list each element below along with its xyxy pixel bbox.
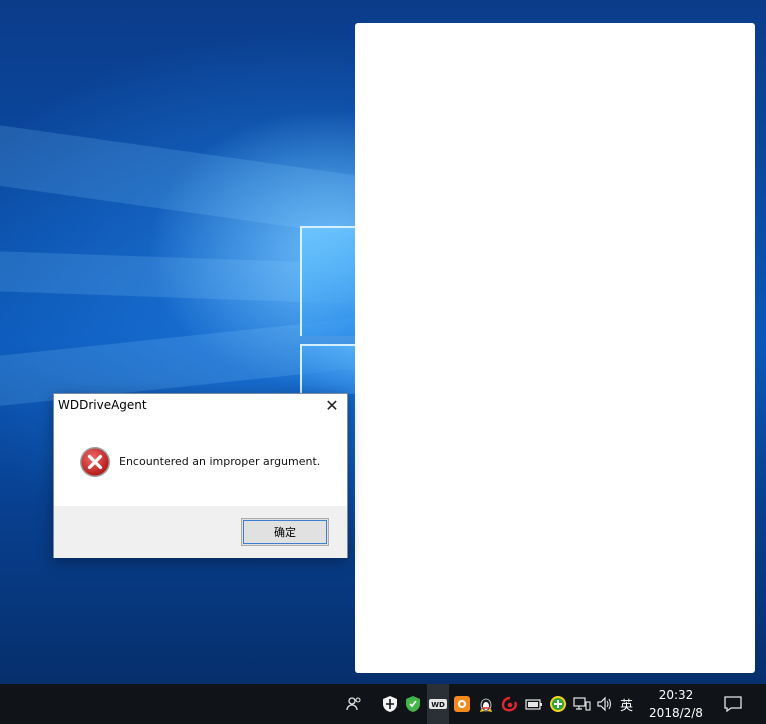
taskbar-clock[interactable]: 20:32 2018/2/8 [640,686,712,722]
dialog-footer: 确定 [54,506,347,558]
action-center-icon[interactable] [722,694,744,714]
windows-defender-icon[interactable] [380,694,400,714]
security-shield-icon[interactable] [403,694,423,714]
taskbar: WD 英 20:32 2018/2/8 [0,684,766,724]
clock-date: 2018/2/8 [649,706,703,720]
svg-text:WD: WD [431,701,445,709]
windows-logo-pane [300,226,360,336]
wd-drive-icon[interactable]: WD [428,694,448,714]
dialog-message: Encountered an improper argument. [119,455,321,468]
clock-time: 20:32 [658,688,694,702]
green-plus-icon[interactable] [548,694,568,714]
qq-penguin-icon[interactable] [476,694,496,714]
dialog-title: WDDriveAgent [58,398,147,412]
light-beam [0,120,381,239]
error-dialog: WDDriveAgent ✕ Encountered an improper a… [53,393,348,558]
app-orange-icon[interactable] [452,694,472,714]
close-icon[interactable]: ✕ [323,397,341,415]
ime-indicator[interactable]: 英 [620,695,633,714]
people-icon[interactable] [344,694,364,714]
volume-icon[interactable] [595,694,615,714]
battery-icon[interactable] [524,694,544,714]
network-icon[interactable] [572,694,592,714]
error-icon [79,446,111,478]
windows-logo-pane [300,344,360,394]
blank-window[interactable] [355,23,755,673]
weibo-icon[interactable] [500,694,520,714]
ok-button[interactable]: 确定 [241,518,329,546]
